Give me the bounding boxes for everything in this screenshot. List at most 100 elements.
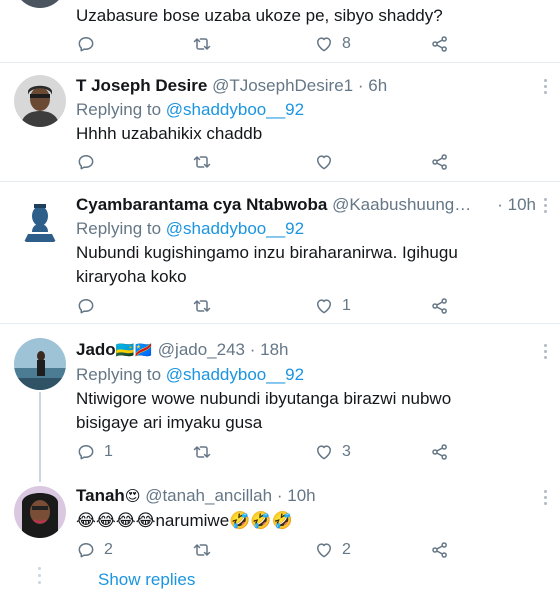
name-emojis: 🇷🇼🇨🇩 <box>115 342 154 359</box>
replying-to: Replying to @shaddyboo__92 <box>76 363 536 387</box>
retweet-icon <box>192 152 212 172</box>
reply-button[interactable] <box>76 152 104 172</box>
share-button[interactable] <box>430 296 450 316</box>
tweet-text: Uzabasure bose uzaba ukoze pe, sibyo sha… <box>76 6 443 25</box>
tweet-header: Tanah😍 @tanah_ancillah · 10h <box>76 484 536 509</box>
share-button[interactable] <box>430 34 450 54</box>
mention-link[interactable]: @shaddyboo__92 <box>166 100 304 119</box>
more-vertical-icon[interactable] <box>542 344 548 362</box>
retweet-icon <box>192 540 212 560</box>
timestamp[interactable]: 10h <box>508 195 536 214</box>
like-count: 3 <box>342 443 351 460</box>
share-button[interactable] <box>430 152 450 172</box>
share-icon <box>430 152 450 172</box>
reply-icon <box>76 34 96 54</box>
avatar[interactable] <box>14 0 66 8</box>
share-icon <box>430 540 450 560</box>
thread-more-indicator <box>38 567 41 588</box>
avatar-image <box>14 194 66 246</box>
replying-to: Replying to @shaddyboo__92 <box>76 98 536 122</box>
retweet-button[interactable] <box>192 296 220 316</box>
tweet[interactable]: T Joseph Desire @TJosephDesire1 · 6h Rep… <box>0 63 560 181</box>
retweet-button[interactable] <box>192 442 220 462</box>
replying-to-label: Replying to <box>76 365 162 384</box>
heart-icon <box>314 540 334 560</box>
tweet[interactable]: Cyambarantama cya Ntabwoba @Kaabushuung…… <box>0 182 560 323</box>
show-replies-link[interactable]: Show replies <box>98 570 195 590</box>
like-button[interactable]: 8 <box>314 34 351 54</box>
like-button[interactable] <box>314 152 342 172</box>
separator: · <box>357 76 364 95</box>
reply-button[interactable]: 2 <box>76 540 113 560</box>
separator: · <box>497 195 503 214</box>
timestamp[interactable]: 18h <box>260 340 288 359</box>
retweet-icon <box>192 34 212 54</box>
tweet-header: Jado🇷🇼🇨🇩 @jado_243 · 18h <box>76 338 536 363</box>
tweet-header: T Joseph Desire @TJosephDesire1 · 6h <box>76 74 536 98</box>
more-vertical-icon[interactable] <box>542 79 548 97</box>
like-count: 1 <box>342 297 351 314</box>
avatar[interactable] <box>14 486 66 538</box>
reply-icon <box>76 442 96 462</box>
retweet-button[interactable] <box>192 540 220 560</box>
heart-icon <box>314 442 334 462</box>
more-vertical-icon[interactable] <box>542 198 548 216</box>
tweet-text: 😂😂😂😂narumiwe🤣🤣🤣 <box>76 511 293 530</box>
heart-icon <box>314 296 334 316</box>
retweet-button[interactable] <box>192 152 220 172</box>
like-button[interactable]: 2 <box>314 540 351 560</box>
avatar-image <box>14 75 66 127</box>
share-icon <box>430 442 450 462</box>
reply-icon <box>76 540 96 560</box>
avatar[interactable] <box>14 194 66 246</box>
name-emojis: 😍 <box>124 488 141 505</box>
avatar[interactable] <box>14 338 66 390</box>
avatar-image <box>14 338 66 390</box>
like-count: 8 <box>342 35 351 52</box>
share-icon <box>430 296 450 316</box>
reply-count: 2 <box>104 541 113 558</box>
separator: · <box>276 486 283 505</box>
display-name[interactable]: Jado <box>76 340 116 359</box>
user-handle[interactable]: @TJosephDesire1 <box>212 76 353 95</box>
share-icon <box>430 34 450 54</box>
tweet-text-line: bisigaye ari imyaku gusa <box>76 413 263 432</box>
avatar[interactable] <box>14 75 66 127</box>
heart-icon <box>314 152 334 172</box>
replying-to: Replying to @shaddyboo__92 <box>76 217 536 241</box>
user-handle[interactable]: @Kaabushuung… <box>332 195 471 214</box>
display-name[interactable]: T Joseph Desire <box>76 76 207 95</box>
reply-count: 1 <box>104 443 113 460</box>
retweet-icon <box>192 296 212 316</box>
display-name[interactable]: Tanah <box>76 486 125 505</box>
like-button[interactable]: 3 <box>314 442 351 462</box>
tweet-header: Cyambarantama cya Ntabwoba @Kaabushuung…… <box>76 193 536 217</box>
separator: · <box>249 340 256 359</box>
share-button[interactable] <box>430 442 450 462</box>
reply-button[interactable] <box>76 296 104 316</box>
share-button[interactable] <box>430 540 450 560</box>
replying-to-label: Replying to <box>76 219 162 238</box>
user-handle[interactable]: @jado_243 <box>158 340 245 359</box>
reply-icon <box>76 152 96 172</box>
reply-icon <box>76 296 96 316</box>
user-handle[interactable]: @tanah_ancillah <box>145 486 272 505</box>
tweet-text-line: Nubundi kugishingamo inzu biraharanirwa.… <box>76 243 458 262</box>
tweet[interactable]: Uzabasure bose uzaba ukoze pe, sibyo sha… <box>0 0 560 60</box>
display-name[interactable]: Cyambarantama cya Ntabwoba <box>76 195 327 214</box>
timestamp[interactable]: 6h <box>368 76 387 95</box>
like-button[interactable]: 1 <box>314 296 351 316</box>
tweet[interactable]: Jado🇷🇼🇨🇩 @jado_243 · 18h Replying to @sh… <box>0 324 560 476</box>
mention-link[interactable]: @shaddyboo__92 <box>166 219 304 238</box>
more-vertical-icon[interactable] <box>542 490 548 508</box>
reply-button[interactable]: 1 <box>76 442 113 462</box>
retweet-button[interactable] <box>192 34 220 54</box>
avatar-image <box>14 486 66 538</box>
reply-button[interactable] <box>76 34 104 54</box>
tweet-text: Hhhh uzabahikix chaddb <box>76 124 263 143</box>
mention-link[interactable]: @shaddyboo__92 <box>166 365 304 384</box>
timestamp[interactable]: 10h <box>287 486 315 505</box>
tweet[interactable]: Tanah😍 @tanah_ancillah · 10h 😂😂😂😂narumiw… <box>0 476 560 568</box>
like-count: 2 <box>342 541 351 558</box>
retweet-icon <box>192 442 212 462</box>
